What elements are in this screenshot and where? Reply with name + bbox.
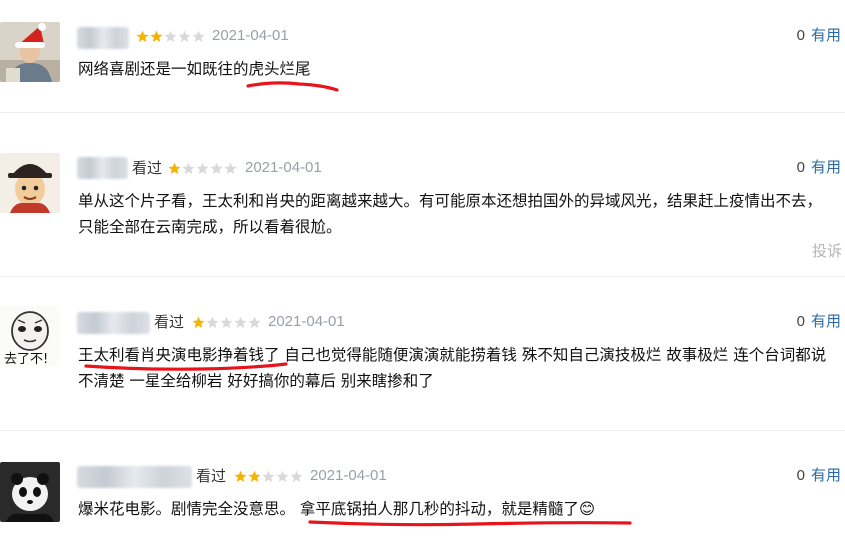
comment-text: 爆米花电影。剧情完全没意思。 拿平底锅拍人那几秒的抖动，就是精髓了😊	[78, 500, 596, 518]
comment-date: 2021-04-01	[245, 159, 322, 176]
useful-button[interactable]: 有用	[811, 467, 841, 484]
avatar[interactable]	[0, 22, 60, 82]
avatar-image	[0, 462, 60, 522]
avatar-image	[0, 22, 60, 82]
star-empty-icon	[262, 470, 275, 482]
avatar-image	[0, 153, 60, 213]
star-filled-icon	[168, 162, 181, 174]
star-empty-icon	[234, 316, 247, 328]
star-empty-icon	[192, 30, 205, 42]
useful-button[interactable]: 有用	[811, 313, 841, 330]
star-empty-icon	[182, 162, 195, 174]
star-empty-icon	[164, 30, 177, 42]
comment-divider	[0, 112, 845, 113]
comment-date: 2021-04-01	[212, 27, 289, 44]
star-empty-icon	[196, 162, 209, 174]
avatar[interactable]: 去了不!	[0, 306, 60, 366]
watched-status: 看过	[154, 313, 185, 331]
username-blurred[interactable]	[77, 466, 192, 488]
star-empty-icon	[224, 162, 237, 174]
useful-count: 0	[796, 27, 805, 44]
avatar[interactable]	[0, 462, 60, 522]
star-empty-icon	[248, 316, 261, 328]
star-empty-icon	[178, 30, 191, 42]
report-button[interactable]: 投诉	[812, 240, 842, 261]
useful-vote: 0 有用	[797, 26, 841, 46]
useful-button[interactable]: 有用	[811, 159, 841, 176]
useful-count: 0	[796, 467, 805, 484]
watched-status: 看过	[196, 467, 227, 485]
comment-text: 网络喜剧还是一如既往的虎头烂尾	[78, 60, 311, 78]
useful-count: 0	[796, 159, 805, 176]
star-filled-icon	[150, 30, 163, 42]
useful-vote: 0 有用	[797, 158, 841, 178]
comment-divider	[0, 276, 845, 277]
star-empty-icon	[290, 470, 303, 482]
rating-stars	[192, 316, 261, 330]
rating-stars	[136, 30, 205, 44]
star-empty-icon	[206, 316, 219, 328]
comment-date: 2021-04-01	[268, 313, 345, 330]
useful-vote: 0 有用	[797, 312, 841, 332]
star-empty-icon	[220, 316, 233, 328]
useful-count: 0	[796, 313, 805, 330]
avatar[interactable]	[0, 153, 60, 213]
star-filled-icon	[136, 30, 149, 42]
comment-divider	[0, 430, 845, 431]
avatar-caption: 去了不!	[4, 352, 48, 366]
comment-text: 单从这个片子看，王太利和肖央的距离越来越大。有可能原本还想拍国外的异域风光，结果…	[78, 192, 823, 236]
username-blurred[interactable]	[77, 312, 150, 334]
rating-stars	[168, 162, 237, 176]
watched-status: 看过	[132, 159, 163, 177]
star-filled-icon	[234, 470, 247, 482]
comment-date: 2021-04-01	[310, 467, 387, 484]
username-blurred[interactable]	[77, 157, 128, 179]
rating-stars	[234, 470, 303, 484]
star-filled-icon	[192, 316, 205, 328]
star-empty-icon	[210, 162, 223, 174]
star-filled-icon	[248, 470, 261, 482]
useful-button[interactable]: 有用	[811, 27, 841, 44]
useful-vote: 0 有用	[797, 466, 841, 486]
comment-text: 王太利看肖央演电影挣着钱了 自己也觉得能随便演演就能捞着钱 殊不知自己演技极烂 …	[78, 346, 827, 390]
star-empty-icon	[276, 470, 289, 482]
comments-page: 2021-04-01 0 有用 网络喜剧还是一如既往的虎头烂尾 看过 2021-…	[0, 0, 845, 536]
avatar-image: 去了不!	[0, 306, 60, 366]
username-blurred[interactable]	[77, 27, 129, 49]
